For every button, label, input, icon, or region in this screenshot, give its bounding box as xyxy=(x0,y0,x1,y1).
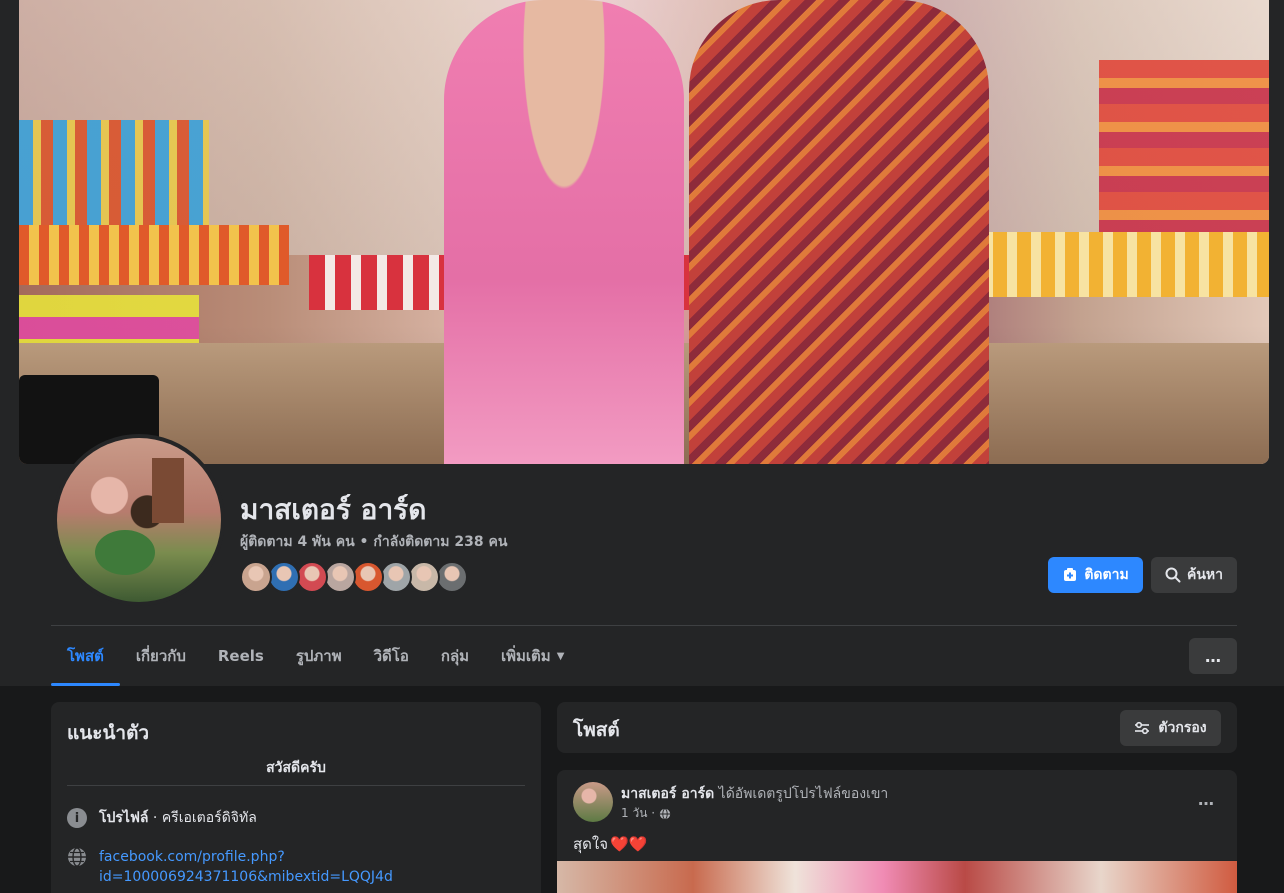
profile-label: โปรไฟล์ xyxy=(99,810,149,826)
follow-stats[interactable]: ผู้ติดตาม 4 พัน คน • กำลังติดตาม 238 คน xyxy=(240,531,507,553)
tab-5[interactable]: วิดีโอ xyxy=(358,626,425,686)
avatar-door xyxy=(152,458,184,523)
tab-7[interactable]: เพิ่มเติม ▼ xyxy=(485,626,580,686)
friend-avatar[interactable] xyxy=(268,561,300,593)
search-label: ค้นหา xyxy=(1186,567,1224,583)
cover-pillow-stack xyxy=(1099,60,1269,245)
tab-label: เพิ่มเติม xyxy=(501,647,551,665)
post-author-line: มาสเตอร์ อาร์ด ได้อัพเดตรูปโปรไฟล์ของเขา xyxy=(621,783,888,805)
post-options-button[interactable]: … xyxy=(1198,790,1215,809)
website-link-line1: facebook.com/profile.php? xyxy=(99,849,285,865)
follow-icon xyxy=(1064,568,1077,581)
post-author-avatar[interactable] xyxy=(573,782,613,822)
tab-label: วิดีโอ xyxy=(373,647,409,665)
tab-2[interactable]: เกี่ยวกับ xyxy=(120,626,202,686)
tab-label: กลุ่ม xyxy=(440,647,470,665)
cover-table-left xyxy=(19,225,289,285)
heart-emoji: ❤️❤️ xyxy=(610,835,648,853)
globe-icon xyxy=(68,847,86,867)
profile-tabs: โพสต์ เกี่ยวกับ Reels รูปภาพ วิดีโอ กลุ่ม เพิ่… xyxy=(51,626,580,686)
post-meta: 1 วัน · xyxy=(621,804,671,823)
posts-header: โพสต์ ตัวกรอง xyxy=(557,702,1237,753)
post-author[interactable]: มาสเตอร์ อาร์ด xyxy=(621,786,714,802)
public-globe-icon xyxy=(659,807,671,820)
filter-icon xyxy=(1135,721,1150,735)
info-icon: i xyxy=(67,808,87,828)
cover-person-pink xyxy=(444,0,684,464)
avatar-leaf xyxy=(95,530,155,575)
website-link-line2: id=100006924371106&mibextid=LQQJ4d xyxy=(99,869,393,885)
cover-photo[interactable] xyxy=(19,0,1269,464)
friend-avatar[interactable] xyxy=(408,561,440,593)
post-time[interactable]: 1 วัน · xyxy=(621,804,655,823)
website-row: facebook.com/profile.php? id=10000692437… xyxy=(67,847,393,887)
cover-person-red xyxy=(689,0,989,464)
profile-header: มาสเตอร์ อาร์ด ผู้ติดตาม 4 พัน คน • กำลั… xyxy=(0,0,1284,686)
post-card: มาสเตอร์ อาร์ด ได้อัพเดตรูปโปรไฟล์ของเขา… xyxy=(557,770,1237,893)
more-options-button[interactable]: … xyxy=(1189,638,1237,674)
friend-avatar[interactable] xyxy=(436,561,468,593)
filter-button[interactable]: ตัวกรอง xyxy=(1120,710,1221,746)
friend-avatar[interactable] xyxy=(324,561,356,593)
intro-title: แนะนำตัว xyxy=(67,722,150,744)
tab-label: โพสต์ xyxy=(67,647,104,665)
filter-label: ตัวกรอง xyxy=(1158,720,1207,736)
intro-card: แนะนำตัว สวัสดีครับ i โปรไฟล์ · ครีเอเตอ… xyxy=(51,702,541,893)
profile-category-row: i โปรไฟล์ · ครีเอเตอร์ดิจิทัล xyxy=(67,808,257,828)
tab-3[interactable]: Reels xyxy=(202,626,280,686)
search-button[interactable]: ค้นหา xyxy=(1151,557,1237,593)
tab-label: Reels xyxy=(217,647,264,665)
website-link[interactable]: facebook.com/profile.php? id=10000692437… xyxy=(99,847,393,887)
mutual-friends[interactable] xyxy=(240,561,468,593)
follow-button[interactable]: ติดตาม xyxy=(1048,557,1143,593)
follow-label: ติดตาม xyxy=(1084,567,1129,583)
post-text-body: สุดใจ xyxy=(573,835,609,853)
friend-avatar[interactable] xyxy=(380,561,412,593)
friend-avatar[interactable] xyxy=(352,561,384,593)
tab-1[interactable]: โพสต์ xyxy=(51,626,120,686)
cover-pillows xyxy=(19,120,209,230)
friend-avatar[interactable] xyxy=(240,561,272,593)
post-action: ได้อัพเดตรูปโปรไฟล์ของเขา xyxy=(714,786,889,802)
caret-down-icon: ▼ xyxy=(556,650,565,662)
post-text: สุดใจ ❤️❤️ xyxy=(573,832,647,856)
page-title: มาสเตอร์ อาร์ด xyxy=(240,493,427,526)
profile-avatar[interactable] xyxy=(57,438,221,602)
tab-label: เกี่ยวกับ xyxy=(135,647,186,665)
intro-divider xyxy=(67,785,525,786)
tab-label: รูปภาพ xyxy=(295,647,342,665)
tab-4[interactable]: รูปภาพ xyxy=(280,626,358,686)
profile-category: โปรไฟล์ · ครีเอเตอร์ดิจิทัล xyxy=(99,808,257,828)
intro-bio: สวัสดีครับ xyxy=(266,760,326,776)
tab-6[interactable]: กลุ่ม xyxy=(425,626,485,686)
search-icon xyxy=(1165,567,1181,583)
cover-table-right xyxy=(969,232,1269,297)
posts-title: โพสต์ xyxy=(573,719,620,741)
post-image[interactable] xyxy=(557,861,1237,893)
friend-avatar[interactable] xyxy=(296,561,328,593)
profile-category-text: · ครีเอเตอร์ดิจิทัล xyxy=(148,810,257,826)
